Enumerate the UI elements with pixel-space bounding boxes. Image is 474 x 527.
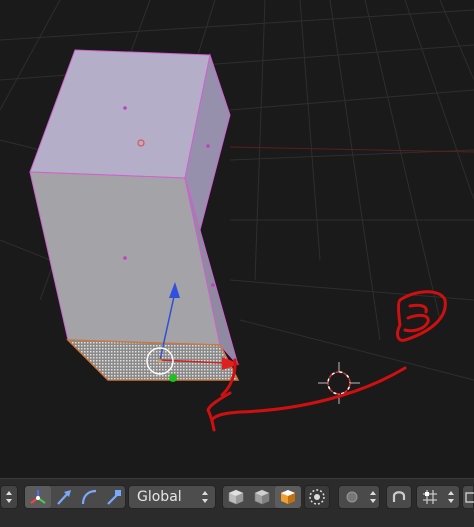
rotate-arc-icon[interactable] — [76, 486, 102, 508]
snap-element-select[interactable] — [416, 485, 460, 509]
3d-viewport[interactable] — [0, 0, 474, 478]
viewport-canvas[interactable] — [0, 0, 474, 478]
proportional-edit-select[interactable] — [338, 485, 380, 509]
select-arrows-icon — [370, 491, 376, 503]
snap-toggle-button[interactable] — [386, 485, 412, 509]
select-arrows-icon — [202, 491, 208, 503]
shade-material-cube-icon[interactable] — [275, 486, 301, 508]
render-camera-icon — [465, 492, 474, 503]
snap-magnet-icon — [387, 486, 411, 508]
select-arrows-icon — [448, 491, 454, 503]
transform-orientation-select[interactable]: Global — [128, 485, 216, 509]
shade-textured-cube-icon[interactable] — [249, 486, 275, 508]
annotation-number-3 — [396, 290, 447, 342]
proportional-edit-icon — [339, 486, 365, 508]
render-camera-button[interactable] — [462, 485, 474, 509]
object-top-face[interactable] — [29, 49, 211, 179]
scale-arrow-icon[interactable] — [101, 486, 127, 508]
pivot-point-icon — [305, 486, 329, 508]
selected-bottom-face[interactable] — [66, 339, 240, 381]
scroll-arrows-icon[interactable] — [0, 485, 18, 509]
shade-solid-cube-icon[interactable] — [223, 486, 249, 508]
shading-group — [222, 485, 301, 509]
manipulator-axes-icon[interactable] — [25, 486, 51, 508]
translate-arrow-icon[interactable] — [51, 486, 77, 508]
manipulator-group — [24, 485, 126, 509]
transform-orientation-value: Global — [137, 489, 182, 505]
red-annotation-arrow — [206, 358, 407, 432]
view3d-header-toolbar: Global — [0, 478, 474, 527]
manipulator-y-handle — [169, 374, 177, 382]
snap-element-icon — [417, 486, 443, 508]
pivot-point-button[interactable] — [304, 485, 330, 509]
